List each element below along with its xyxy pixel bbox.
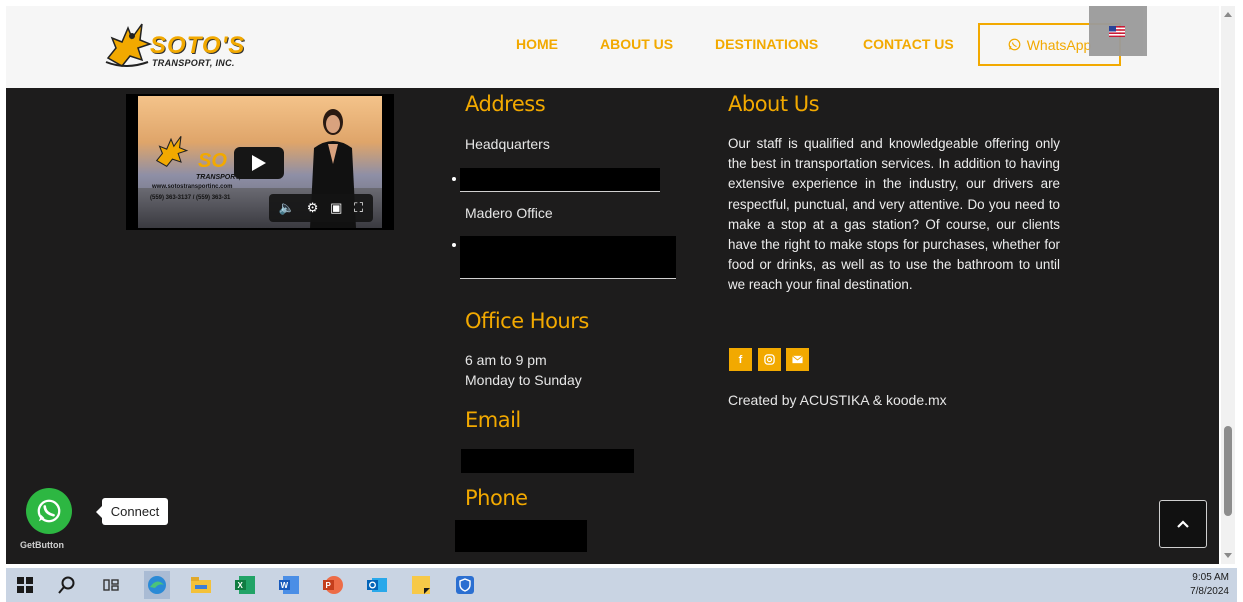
promo-video[interactable]: SO TRANSPORT, INC. www.sotostransportinc… [126, 94, 394, 230]
phone-redacted [455, 520, 587, 552]
us-flag-icon [1109, 26, 1125, 37]
about-title: About Us [728, 92, 820, 116]
envelope-glyph [792, 355, 803, 364]
svg-text:P: P [326, 581, 332, 590]
office-hours-days: Monday to Sunday [465, 372, 582, 388]
sticky-notes-icon[interactable] [410, 574, 432, 596]
play-button[interactable] [234, 147, 284, 179]
facebook-icon[interactable]: f [729, 348, 752, 371]
headquarters-address-redacted [460, 168, 660, 192]
task-view-icon[interactable] [100, 574, 122, 596]
madero-address-redacted [460, 236, 676, 279]
settings-gear-icon[interactable]: ⚙ [307, 200, 319, 216]
page-scrollbar[interactable] [1221, 6, 1235, 564]
security-icon[interactable] [454, 574, 476, 596]
clock-date: 7/8/2024 [1190, 586, 1229, 597]
phone-title: Phone [465, 486, 528, 510]
madero-office-label: Madero Office [465, 205, 553, 221]
powerpoint-icon[interactable]: P [322, 574, 344, 596]
file-explorer-icon[interactable] [190, 574, 212, 596]
video-website: www.sotostransportinc.com [152, 184, 233, 190]
outlook-icon[interactable] [366, 574, 388, 596]
address-title: Address [465, 92, 546, 116]
chevron-up-icon [1177, 520, 1189, 528]
video-logo-icon [155, 135, 189, 167]
video-controls: 🔈 ⚙ ▣ ⛶ [269, 194, 373, 222]
instagram-glyph [764, 354, 775, 365]
nav-destinations[interactable]: DESTINATIONS [715, 36, 818, 52]
scrollbar-thumb[interactable] [1224, 426, 1232, 516]
logo-subtitle: TRANSPORT, INC. [152, 58, 235, 68]
whatsapp-button-label: WhatsApp [1026, 36, 1092, 53]
email-icon[interactable] [786, 348, 809, 371]
fullscreen-icon[interactable]: ⛶ [354, 200, 363, 216]
instagram-icon[interactable] [758, 348, 781, 371]
picture-in-picture-icon[interactable]: ▣ [330, 200, 342, 216]
office-hours-title: Office Hours [465, 309, 589, 333]
headquarters-label: Headquarters [465, 136, 550, 152]
search-icon[interactable] [56, 574, 78, 596]
site-logo[interactable]: SOTO'S TRANSPORT, INC. [102, 16, 246, 76]
about-paragraph: Our staff is qualified and knowledgeable… [728, 136, 1060, 293]
edge-icon[interactable] [144, 571, 170, 599]
bullet [452, 243, 456, 247]
getbutton-label[interactable]: GetButton [20, 540, 64, 550]
nav-home[interactable]: HOME [516, 36, 558, 52]
email-redacted [461, 449, 634, 473]
scroll-down-arrow[interactable] [1224, 553, 1232, 558]
excel-icon[interactable]: X [234, 574, 256, 596]
screen: SOTO'S TRANSPORT, INC. HOME ABOUT US DES… [0, 0, 1243, 602]
volume-icon[interactable]: 🔈 [279, 200, 295, 216]
word-icon[interactable]: W [278, 574, 300, 596]
credits-text: Created by ACUSTIKA & koode.mx [728, 392, 947, 408]
clock-time: 9:05 AM [1192, 572, 1229, 583]
whatsapp-icon [1008, 38, 1021, 51]
scroll-to-top-button[interactable] [1159, 500, 1207, 548]
video-phones: (559) 363-3137 / (559) 363-31 [150, 195, 231, 201]
svg-text:X: X [238, 581, 244, 590]
windows-start-icon[interactable] [14, 574, 36, 596]
nav-contact-us[interactable]: CONTACT US [863, 36, 954, 52]
office-hours-time: 6 am to 9 pm [465, 352, 547, 368]
browser-viewport: SOTO'S TRANSPORT, INC. HOME ABOUT US DES… [6, 6, 1219, 564]
connect-tooltip[interactable]: Connect [96, 498, 168, 525]
video-brand-word: SO [198, 150, 227, 172]
taskbar-clock[interactable]: 9:05 AM 7/8/2024 [1190, 571, 1229, 599]
language-selector[interactable] [1089, 6, 1147, 56]
scroll-up-arrow[interactable] [1224, 12, 1232, 17]
whatsapp-icon [37, 499, 61, 523]
nav-about-us[interactable]: ABOUT US [600, 36, 673, 52]
site-header: SOTO'S TRANSPORT, INC. HOME ABOUT US DES… [6, 6, 1219, 88]
bullet [452, 177, 456, 181]
whatsapp-float-button[interactable] [26, 488, 72, 534]
play-icon [252, 155, 266, 171]
windows-taskbar: X W P 9:05 AM 7/8/2024 [6, 568, 1237, 602]
svg-text:W: W [281, 581, 289, 590]
email-title: Email [465, 408, 521, 432]
logo-word: SOTO'S [150, 32, 246, 59]
pegasus-logo-icon [105, 23, 153, 67]
